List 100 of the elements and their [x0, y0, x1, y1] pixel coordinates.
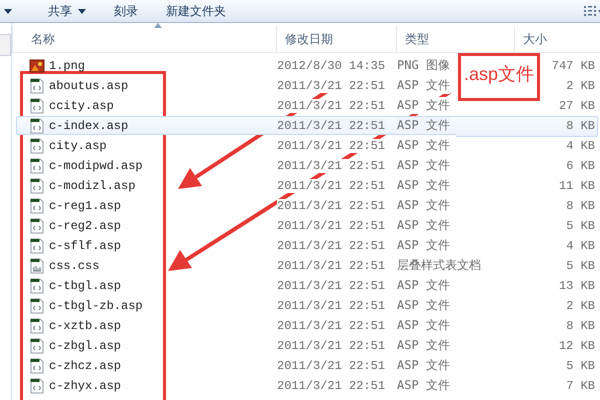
caret-icon[interactable]	[4, 7, 12, 15]
modified-date: 2011/3/21 22:51	[277, 278, 386, 292]
modified-date: 2011/3/21 22:51	[277, 238, 386, 252]
file-row[interactable]: c-modizl.asp 2011/3/21 22:51 ASP 文件	[16, 176, 456, 195]
file-row[interactable]: c-tbgl.asp 2011/3/21 22:51 ASP 文件	[16, 276, 456, 295]
file-row[interactable]: ccity.asp 2011/3/21 22:51 ASP 文件	[16, 96, 456, 115]
script-file-icon	[29, 138, 45, 154]
file-type: ASP 文件	[397, 137, 450, 154]
callout-label: .asp文件	[458, 53, 540, 101]
file-type: ASP 文件	[397, 377, 450, 394]
file-name: city.asp	[49, 138, 107, 152]
modified-date: 2011/3/21 22:51	[277, 118, 386, 132]
file-size: 8 KB	[566, 198, 596, 215]
stylesheet-file-icon	[29, 258, 45, 274]
file-type: PNG 图像	[397, 57, 450, 74]
toolbar-button[interactable]: 新建文件夹	[158, 1, 234, 21]
column-header[interactable]: 大小	[514, 26, 590, 52]
modified-date: 2012/8/30 14:35	[277, 58, 386, 72]
file-size: 12 KB	[558, 338, 596, 355]
file-type: ASP 文件	[397, 237, 450, 254]
file-name: c-tbgl.asp	[49, 278, 122, 292]
file-size: 5 KB	[566, 258, 596, 275]
script-file-icon	[29, 318, 45, 334]
file-row[interactable]: c-zhyx.asp 2011/3/21 22:51 ASP 文件	[16, 376, 456, 395]
file-size: 2 KB	[566, 298, 596, 315]
file-type: ASP 文件	[397, 177, 450, 194]
modified-date: 2011/3/21 22:51	[277, 138, 386, 152]
image-file-icon	[29, 58, 45, 74]
modified-date: 2011/3/21 22:51	[277, 178, 386, 192]
file-name: c-modipwd.asp	[49, 158, 143, 172]
file-type: ASP 文件	[397, 297, 450, 314]
file-row[interactable]: c-sflf.asp 2011/3/21 22:51 ASP 文件	[16, 236, 456, 255]
modified-date: 2011/3/21 22:51	[277, 298, 386, 312]
file-name: c-reg1.asp	[49, 198, 122, 212]
file-row[interactable]: c-zbgl.asp 2011/3/21 22:51 ASP 文件	[16, 336, 456, 355]
script-file-icon	[29, 78, 45, 94]
file-name: css.css	[49, 258, 100, 272]
file-type: ASP 文件	[397, 277, 450, 294]
file-name: ccity.asp	[49, 98, 114, 112]
script-file-icon	[29, 358, 45, 374]
script-file-icon	[29, 338, 45, 354]
modified-date: 2011/3/21 22:51	[277, 338, 386, 352]
file-row[interactable]: c-zhcz.asp 2011/3/21 22:51 ASP 文件	[16, 356, 456, 375]
script-file-icon	[29, 218, 45, 234]
file-row[interactable]: c-reg2.asp 2011/3/21 22:51 ASP 文件	[16, 216, 456, 235]
script-file-icon	[29, 238, 45, 254]
file-name: c-zbgl.asp	[49, 338, 122, 352]
file-row[interactable]: city.asp 2011/3/21 22:51 ASP 文件	[16, 136, 456, 155]
modified-date: 2011/3/21 22:51	[277, 218, 386, 232]
file-size: 5 KB	[566, 358, 596, 375]
file-row[interactable]: c-index.asp 2011/3/21 22:51 ASP 文件	[16, 116, 456, 135]
file-row[interactable]: aboutus.asp 2011/3/21 22:51 ASP 文件	[16, 76, 456, 95]
column-header[interactable]: 修改日期	[276, 26, 396, 52]
modified-date: 2011/3/21 22:51	[277, 318, 386, 332]
file-type: ASP 文件	[397, 317, 450, 334]
file-type: ASP 文件	[397, 157, 450, 174]
file-name: c-zhcz.asp	[49, 358, 122, 372]
file-type: 层叠样式表文档	[397, 257, 481, 274]
modified-date: 2011/3/21 22:51	[277, 158, 386, 172]
modified-date: 2011/3/21 22:51	[277, 258, 386, 272]
file-name: c-zhyx.asp	[49, 378, 122, 392]
modified-date: 2011/3/21 22:51	[277, 358, 386, 372]
toolbar-button[interactable]: 刻录	[106, 1, 146, 21]
file-row[interactable]: c-tbgl-zb.asp 2011/3/21 22:51 ASP 文件	[16, 296, 456, 315]
script-file-icon	[29, 378, 45, 394]
file-size: 27 KB	[558, 98, 596, 115]
file-row[interactable]: css.css 2011/3/21 22:51 层叠样式表文档	[16, 256, 481, 275]
modified-date: 2011/3/21 22:51	[277, 378, 386, 392]
file-size: 6 KB	[566, 158, 596, 175]
file-name: c-xztb.asp	[49, 318, 122, 332]
file-type: ASP 文件	[397, 357, 450, 374]
file-name: c-modizl.asp	[49, 178, 136, 192]
file-type: ASP 文件	[397, 117, 450, 134]
file-size: 8 KB	[456, 116, 598, 137]
script-file-icon	[29, 198, 45, 214]
script-file-icon	[29, 158, 45, 174]
file-row[interactable]: c-reg1.asp 2011/3/21 22:51 ASP 文件	[16, 196, 456, 215]
file-row[interactable]: c-xztb.asp 2011/3/21 22:51 ASP 文件	[16, 316, 456, 335]
column-header[interactable]: 类型	[396, 26, 514, 52]
script-file-icon	[29, 118, 45, 134]
file-name: c-tbgl-zb.asp	[49, 298, 143, 312]
view-options-icon[interactable]	[584, 5, 600, 17]
file-size: 4 KB	[566, 138, 596, 155]
script-file-icon	[29, 278, 45, 294]
file-type: ASP 文件	[397, 197, 450, 214]
toolbar-button[interactable]: 共享	[40, 1, 94, 21]
modified-date: 2011/3/21 22:51	[277, 78, 386, 92]
file-row[interactable]: 1.png 2012/8/30 14:35 PNG 图像	[16, 56, 456, 75]
file-name: c-sflf.asp	[49, 238, 122, 252]
file-name: c-index.asp	[49, 118, 128, 132]
file-size: 13 KB	[558, 278, 596, 295]
file-size: 747 KB	[552, 58, 596, 75]
file-size: 2 KB	[566, 78, 596, 95]
file-name: c-reg2.asp	[49, 218, 122, 232]
script-file-icon	[29, 178, 45, 194]
file-row[interactable]: c-modipwd.asp 2011/3/21 22:51 ASP 文件	[16, 156, 456, 175]
caret-icon	[78, 8, 86, 14]
file-name: 1.png	[49, 58, 86, 72]
modified-date: 2011/3/21 22:51	[277, 198, 386, 212]
file-size: 5 KB	[566, 218, 596, 235]
